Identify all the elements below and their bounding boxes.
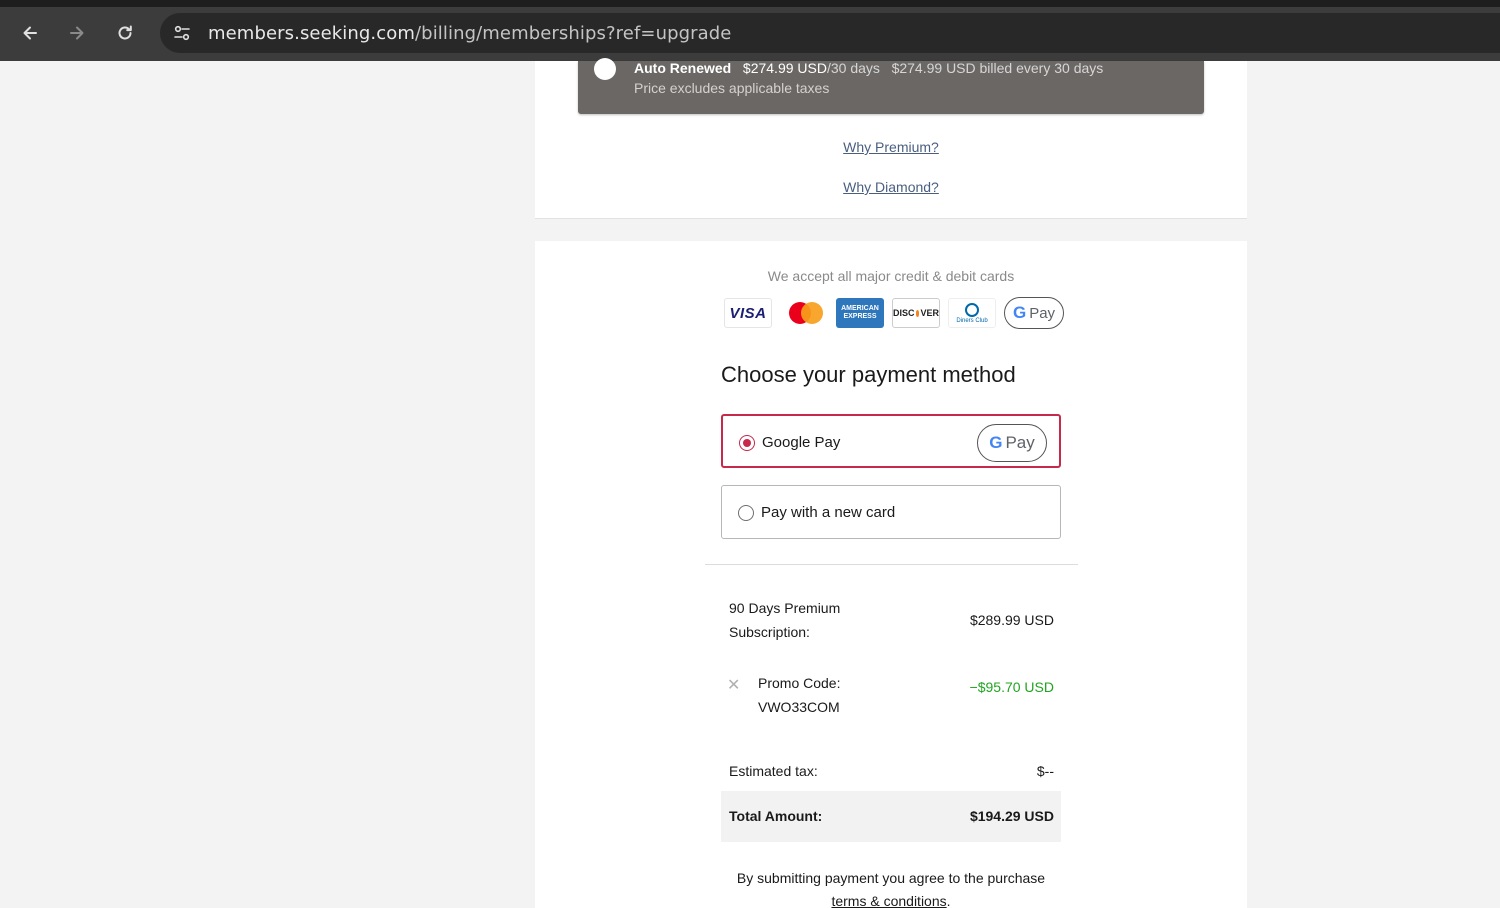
terms-notice: By submitting payment you agree to the p… [535,867,1247,908]
discover-logo: DISC VER [892,298,940,328]
subscription-label: 90 Days Premium Subscription: [729,600,841,640]
plan-price-line: Auto Renewed $274.99 USD/30 days $274.99… [634,60,1103,76]
total-label: Total Amount: [729,808,823,824]
total-row: Total Amount: $194.29 USD [721,791,1061,842]
promo-label: Promo Code: VWO33COM [758,671,840,719]
visa-logo: VISA [724,298,772,328]
plan-period: /30 days [826,60,880,76]
new-card-radio[interactable] [738,505,754,521]
renewal-label: Auto Renewed [634,60,732,76]
address-bar[interactable]: members.seeking.com/billing/memberships?… [160,13,1500,53]
url-path: /billing/memberships?ref=upgrade [415,23,732,44]
billing-note: $274.99 USD billed every 30 days [891,60,1104,76]
promo-value: −$95.70 USD [969,679,1054,695]
google-pay-label: Google Pay [762,434,841,451]
plan-card: Auto Renewed $274.99 USD/30 days $274.99… [535,58,1247,219]
reload-icon [118,25,132,40]
tax-value: $-- [1036,763,1054,779]
gpay-badge-icon: G Pay [977,424,1047,462]
back-button[interactable] [14,17,46,49]
forward-button[interactable] [61,17,93,49]
site-settings-icon[interactable] [172,23,192,43]
reload-button[interactable] [109,17,141,49]
subscription-value: $289.99 USD [969,612,1054,628]
payment-method-title: Choose your payment method [721,362,1016,387]
why-premium-link[interactable]: Why Premium? [535,139,1247,155]
terms-text: By submitting payment you agree to the p… [736,870,1046,886]
diners-club-logo: Diners Club [948,298,996,328]
new-card-option[interactable]: Pay with a new card [721,485,1061,539]
arrow-right-icon [70,26,84,40]
subscription-row: 90 Days Premium Subscription: $289.99 US… [721,596,1061,646]
browser-toolbar: members.seeking.com/billing/memberships?… [0,0,1500,61]
new-card-label: Pay with a new card [761,504,896,521]
card-logos: VISA AMERICAN EXPRESS DISC VER Diners Club… [724,297,1064,329]
url-host: members.seeking.com [208,23,415,44]
arrow-left-icon [23,26,37,40]
selected-plan-box[interactable]: Auto Renewed $274.99 USD/30 days $274.99… [578,58,1204,114]
terms-link[interactable]: terms & conditions [831,893,946,908]
payment-card: We accept all major credit & debit cards… [535,241,1247,908]
tax-note: Price excludes applicable taxes [634,80,830,96]
promo-row: ✕ Promo Code: VWO33COM −$95.70 USD [721,671,1061,721]
tax-label: Estimated tax: [729,763,818,779]
google-pay-radio[interactable] [739,435,755,451]
mastercard-logo [780,298,828,328]
plan-radio[interactable] [594,58,616,80]
plan-price: $274.99 USD [742,60,827,76]
remove-promo-icon[interactable]: ✕ [727,675,740,695]
google-pay-option[interactable]: Google Pay G Pay [721,414,1061,468]
summary-divider [705,564,1078,565]
promo-code: VWO33COM [758,699,840,715]
why-diamond-link[interactable]: Why Diamond? [535,179,1247,195]
total-value: $194.29 USD [969,808,1054,824]
tax-row: Estimated tax: $-- [721,759,1061,783]
accepted-cards-text: We accept all major credit & debit cards [767,268,1015,284]
url-text: members.seeking.com/billing/memberships?… [208,23,731,44]
gpay-logo: G Pay [1004,297,1064,329]
amex-logo: AMERICAN EXPRESS [836,298,884,328]
